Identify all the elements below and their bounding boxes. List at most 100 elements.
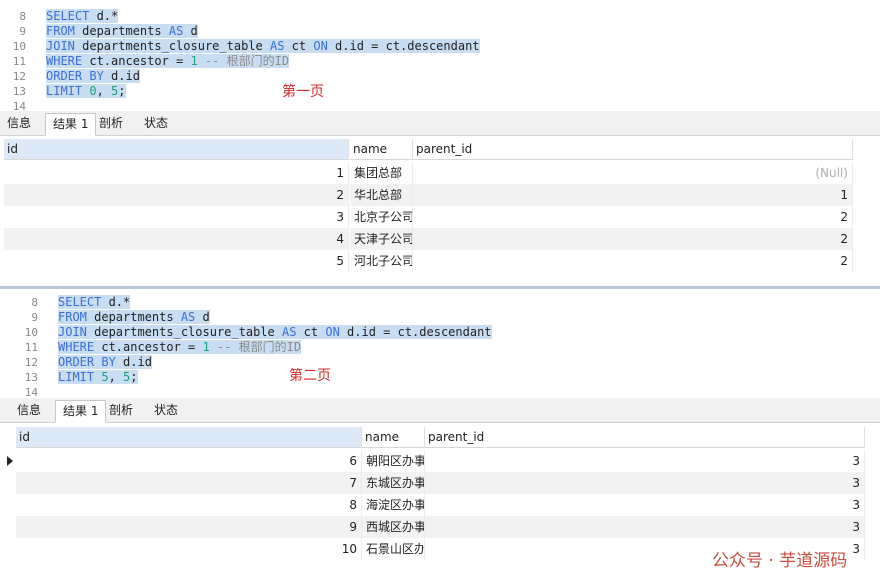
page-label: 第一页 xyxy=(282,84,324,100)
code-text: FROM departments AS d xyxy=(46,24,198,39)
cell-id[interactable]: 3 xyxy=(4,206,349,228)
code-token: 0 xyxy=(89,84,97,98)
table-row[interactable]: 5 河北子公司 2 xyxy=(0,250,880,272)
table-row[interactable]: 9 西城区办事 3 xyxy=(0,516,880,538)
code-token: departments_closure_table xyxy=(86,325,282,339)
column-header-name[interactable]: name xyxy=(350,139,413,160)
grid-header: id name parent_id xyxy=(0,139,880,161)
code-token: ct xyxy=(284,39,314,53)
code-token: ON xyxy=(313,39,328,53)
column-header-id[interactable]: id xyxy=(16,427,362,448)
line-number: 8 xyxy=(31,296,38,309)
column-header-parent-id[interactable]: parent_id xyxy=(425,427,865,448)
code-token: JOIN xyxy=(58,325,87,339)
cell-name[interactable]: 东城区办事 xyxy=(362,472,425,494)
tab-info[interactable]: 信息 xyxy=(10,400,48,421)
cell-parent-id[interactable]: (Null) xyxy=(413,162,853,184)
tab-result-1[interactable]: 结果 1 xyxy=(45,113,97,136)
column-header-id[interactable]: id xyxy=(4,139,349,160)
code-token: -- 根部门的ID xyxy=(209,340,302,354)
tab-result-1[interactable]: 结果 1 xyxy=(55,400,107,423)
code-token: d xyxy=(183,24,198,38)
row-pointer-icon xyxy=(7,456,13,466)
cell-parent-id[interactable]: 3 xyxy=(425,450,865,472)
cell-id[interactable]: 5 xyxy=(4,250,349,272)
line-number: 10 xyxy=(24,326,38,339)
cell-name[interactable]: 河北子公司 xyxy=(350,250,413,272)
code-token: ct.ancestor = xyxy=(82,54,191,68)
cell-id[interactable]: 4 xyxy=(4,228,349,250)
tab-status[interactable]: 状态 xyxy=(137,113,175,134)
cell-id[interactable]: 2 xyxy=(4,184,349,206)
cell-parent-id[interactable]: 2 xyxy=(413,206,853,228)
cell-id[interactable]: 7 xyxy=(16,472,362,494)
code-token: LIMIT xyxy=(46,84,83,98)
code-token: 5 xyxy=(101,370,109,384)
tab-info[interactable]: 信息 xyxy=(0,113,38,134)
code-token: d.id = ct.descendant xyxy=(327,39,480,53)
cell-name[interactable]: 华北总部 xyxy=(350,184,413,206)
code-text: ORDER BY d.id xyxy=(46,69,140,84)
code-token: -- 根部门的ID xyxy=(197,54,290,68)
table-row[interactable]: 4 天津子公司 2 xyxy=(0,228,880,250)
cell-name[interactable]: 海淀区办事 xyxy=(362,494,425,516)
code-token: , xyxy=(96,84,112,98)
code-token: WHERE xyxy=(46,54,83,68)
code-token: 1 xyxy=(190,54,198,68)
code-text: FROM departments AS d xyxy=(58,310,210,325)
cell-id[interactable]: 6 xyxy=(16,450,362,472)
cell-parent-id[interactable]: 2 xyxy=(413,250,853,272)
table-row[interactable]: 8 海淀区办事 3 xyxy=(0,494,880,516)
column-header-parent-id[interactable]: parent_id xyxy=(413,139,853,160)
table-row[interactable]: 2 华北总部 1 xyxy=(0,184,880,206)
column-header-name[interactable]: name xyxy=(362,427,425,448)
cell-name[interactable]: 北京子公司 xyxy=(350,206,413,228)
line-number: 8 xyxy=(19,10,26,23)
table-row[interactable]: 3 北京子公司 2 xyxy=(0,206,880,228)
table-row[interactable]: 7 东城区办事 3 xyxy=(0,472,880,494)
code-token: ; xyxy=(118,84,126,98)
code-token: ON xyxy=(325,325,340,339)
query-panel-page-1: 8 SELECT d.* 9 FROM departments AS d 10 JOIN … xyxy=(0,0,880,289)
cell-parent-id[interactable]: 1 xyxy=(413,184,853,206)
query-panel-page-2: 8 SELECT d.* 9 FROM departments AS d 10 JOIN … xyxy=(0,289,880,577)
cell-id[interactable]: 10 xyxy=(16,538,362,560)
code-token: WHERE xyxy=(58,340,95,354)
line-number: 12 xyxy=(12,70,26,83)
cell-name[interactable]: 集团总部 xyxy=(350,162,413,184)
line-number: 13 xyxy=(12,85,26,98)
code-token: AS xyxy=(168,24,184,38)
code-token: , xyxy=(108,370,124,384)
code-token: ORDER BY xyxy=(58,355,116,369)
sql-editor[interactable]: 8 SELECT d.* 9 FROM departments AS d 10 JOIN … xyxy=(0,289,880,399)
code-token: 1 xyxy=(202,340,210,354)
code-text: ORDER BY d.id xyxy=(58,355,152,370)
cell-name[interactable]: 石景山区办 xyxy=(362,538,425,560)
table-row[interactable]: 6 朝阳区办事 3 xyxy=(0,450,880,472)
sql-editor[interactable]: 8 SELECT d.* 9 FROM departments AS d 10 JOIN … xyxy=(0,0,880,113)
line-number: 13 xyxy=(24,371,38,384)
code-token: d.id = ct.descendant xyxy=(339,325,492,339)
cell-id[interactable]: 8 xyxy=(16,494,362,516)
tab-status[interactable]: 状态 xyxy=(147,400,185,421)
cell-parent-id[interactable]: 3 xyxy=(425,494,865,516)
code-token: d.id xyxy=(115,355,152,369)
table-row[interactable]: 1 集团总部 (Null) xyxy=(0,162,880,184)
grid-header: id name parent_id xyxy=(0,427,880,449)
code-token: departments_closure_table xyxy=(74,39,270,53)
code-text: WHERE ct.ancestor = 1 -- 根部门的ID xyxy=(58,340,302,355)
cell-name[interactable]: 天津子公司 xyxy=(350,228,413,250)
cell-parent-id[interactable]: 3 xyxy=(425,472,865,494)
cell-name[interactable]: 朝阳区办事 xyxy=(362,450,425,472)
tab-profile[interactable]: 剖析 xyxy=(102,400,140,421)
cell-id[interactable]: 1 xyxy=(4,162,349,184)
tab-profile[interactable]: 剖析 xyxy=(92,113,130,134)
code-token: FROM xyxy=(58,310,87,324)
cell-name[interactable]: 西城区办事 xyxy=(362,516,425,538)
line-number: 9 xyxy=(31,311,38,324)
code-token: AS xyxy=(281,325,297,339)
cell-parent-id[interactable]: 2 xyxy=(413,228,853,250)
cell-id[interactable]: 9 xyxy=(16,516,362,538)
code-text: SELECT d.* xyxy=(58,295,131,310)
cell-parent-id[interactable]: 3 xyxy=(425,516,865,538)
